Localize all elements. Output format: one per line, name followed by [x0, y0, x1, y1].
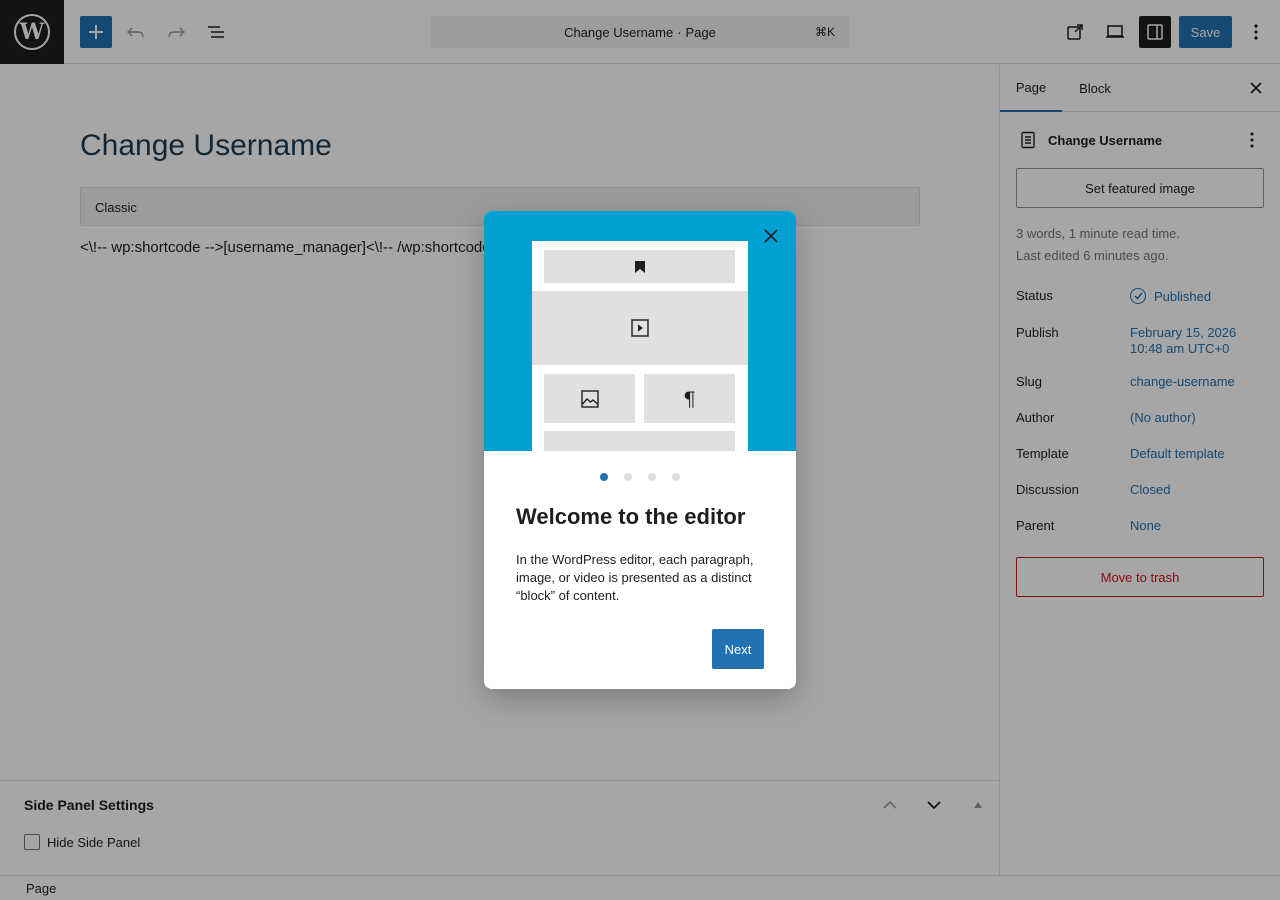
page-dot[interactable]	[672, 473, 680, 481]
close-icon	[764, 229, 778, 243]
page-indicator	[484, 473, 796, 481]
modal-description: In the WordPress editor, each paragraph,…	[516, 552, 754, 603]
illustration-page: ¶	[532, 241, 748, 451]
next-button[interactable]: Next	[712, 629, 764, 669]
paragraph-icon: ¶	[644, 374, 735, 423]
illustration-row-bookmark	[544, 250, 735, 283]
page-dot[interactable]	[648, 473, 656, 481]
illustration-row-bottom	[544, 431, 735, 451]
page-dot[interactable]	[624, 473, 632, 481]
illustration-row-video	[532, 291, 748, 365]
modal-heading: Welcome to the editor	[516, 504, 746, 529]
video-play-icon	[631, 319, 649, 337]
bookmark-icon	[634, 260, 645, 273]
page-dot[interactable]	[600, 473, 608, 481]
illustration-cell-image	[544, 374, 635, 423]
welcome-guide-modal: ¶ Welcome to the editor In the WordPress…	[484, 211, 796, 689]
image-icon	[580, 389, 599, 408]
close-modal-button[interactable]	[760, 225, 782, 247]
welcome-illustration: ¶	[484, 211, 796, 451]
